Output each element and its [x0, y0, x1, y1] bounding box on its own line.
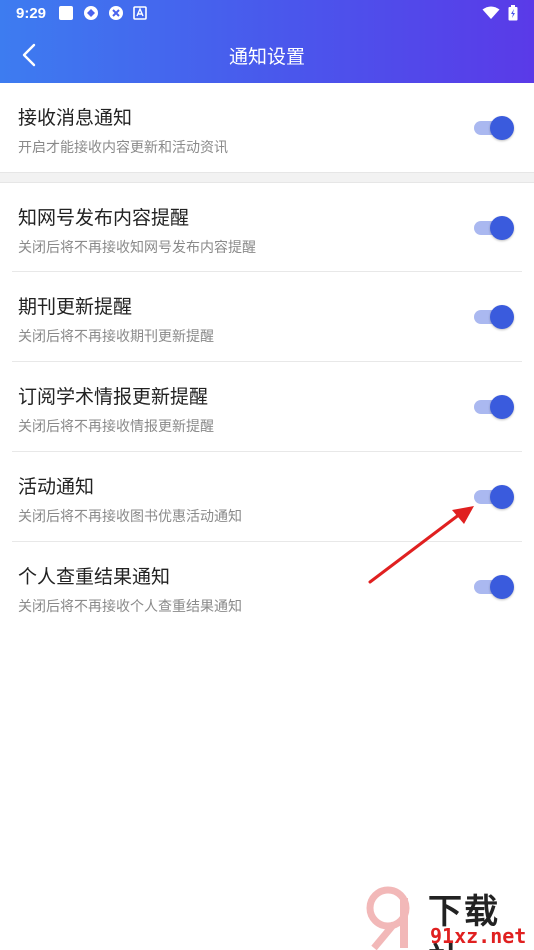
toggle-receive-messages[interactable] — [474, 116, 514, 140]
section-divider — [0, 172, 534, 183]
setting-description: 关闭后将不再接收图书优惠活动通知 — [18, 509, 242, 525]
toggle-activity[interactable] — [474, 485, 514, 509]
status-bar: 9:29 — [0, 0, 534, 28]
setting-row-academic-intel: 订阅学术情报更新提醒 关闭后将不再接收情报更新提醒 — [0, 362, 534, 452]
toggle-thumb — [490, 395, 514, 419]
setting-description: 关闭后将不再接收情报更新提醒 — [18, 419, 214, 435]
toggle-cnki-publish[interactable] — [474, 216, 514, 240]
notification-square-icon — [59, 6, 73, 20]
toggle-thumb — [490, 116, 514, 140]
setting-row-receive-messages: 接收消息通知 开启才能接收内容更新和活动资讯 — [0, 83, 534, 173]
setting-title: 个人查重结果通知 — [18, 566, 171, 588]
setting-title: 知网号发布内容提醒 — [18, 207, 190, 229]
setting-title: 接收消息通知 — [18, 107, 133, 129]
toggle-thumb — [490, 485, 514, 509]
status-time: 9:29 — [16, 5, 47, 22]
setting-row-journal-update: 期刊更新提醒 关闭后将不再接收期刊更新提醒 — [0, 272, 534, 362]
toggle-academic-intel[interactable] — [474, 395, 514, 419]
toggle-thumb — [490, 575, 514, 599]
annotation-arrow-icon — [368, 506, 474, 584]
app-icon-a — [133, 6, 147, 20]
notification-settings-screen: 9:29 通知设置 接收消息通知 开启才能接收内容更新和活动资讯 知网号发布内容… — [0, 0, 534, 950]
toggle-journal-update[interactable] — [474, 305, 514, 329]
setting-row-cnki-publish: 知网号发布内容提醒 关闭后将不再接收知网号发布内容提醒 — [0, 183, 534, 273]
toggle-thumb — [490, 305, 514, 329]
battery-charging-icon — [508, 5, 518, 21]
setting-description: 关闭后将不再接收个人查重结果通知 — [18, 599, 242, 615]
setting-title: 期刊更新提醒 — [18, 296, 133, 318]
status-notification-icons — [58, 5, 147, 21]
setting-description: 关闭后将不再接收知网号发布内容提醒 — [18, 240, 256, 256]
setting-description: 开启才能接收内容更新和活动资讯 — [18, 140, 228, 156]
watermark-text-bottom: 91xz.net — [430, 924, 527, 948]
page-title: 通知设置 — [228, 46, 305, 68]
app-icon-2 — [109, 6, 123, 20]
status-right-icons — [482, 5, 518, 21]
setting-description: 关闭后将不再接收期刊更新提醒 — [18, 329, 214, 345]
toggle-thumb — [490, 216, 514, 240]
app-icon-1 — [84, 6, 98, 20]
toggle-plagiarism-result[interactable] — [474, 575, 514, 599]
setting-title: 订阅学术情报更新提醒 — [18, 386, 209, 408]
wifi-icon — [482, 6, 500, 19]
header: 9:29 通知设置 — [0, 0, 534, 83]
watermark-logo-icon — [366, 886, 410, 950]
watermark: 下载站 91xz.net — [364, 884, 534, 950]
setting-title: 活动通知 — [18, 476, 95, 498]
app-bar: 通知设置 — [0, 28, 534, 83]
